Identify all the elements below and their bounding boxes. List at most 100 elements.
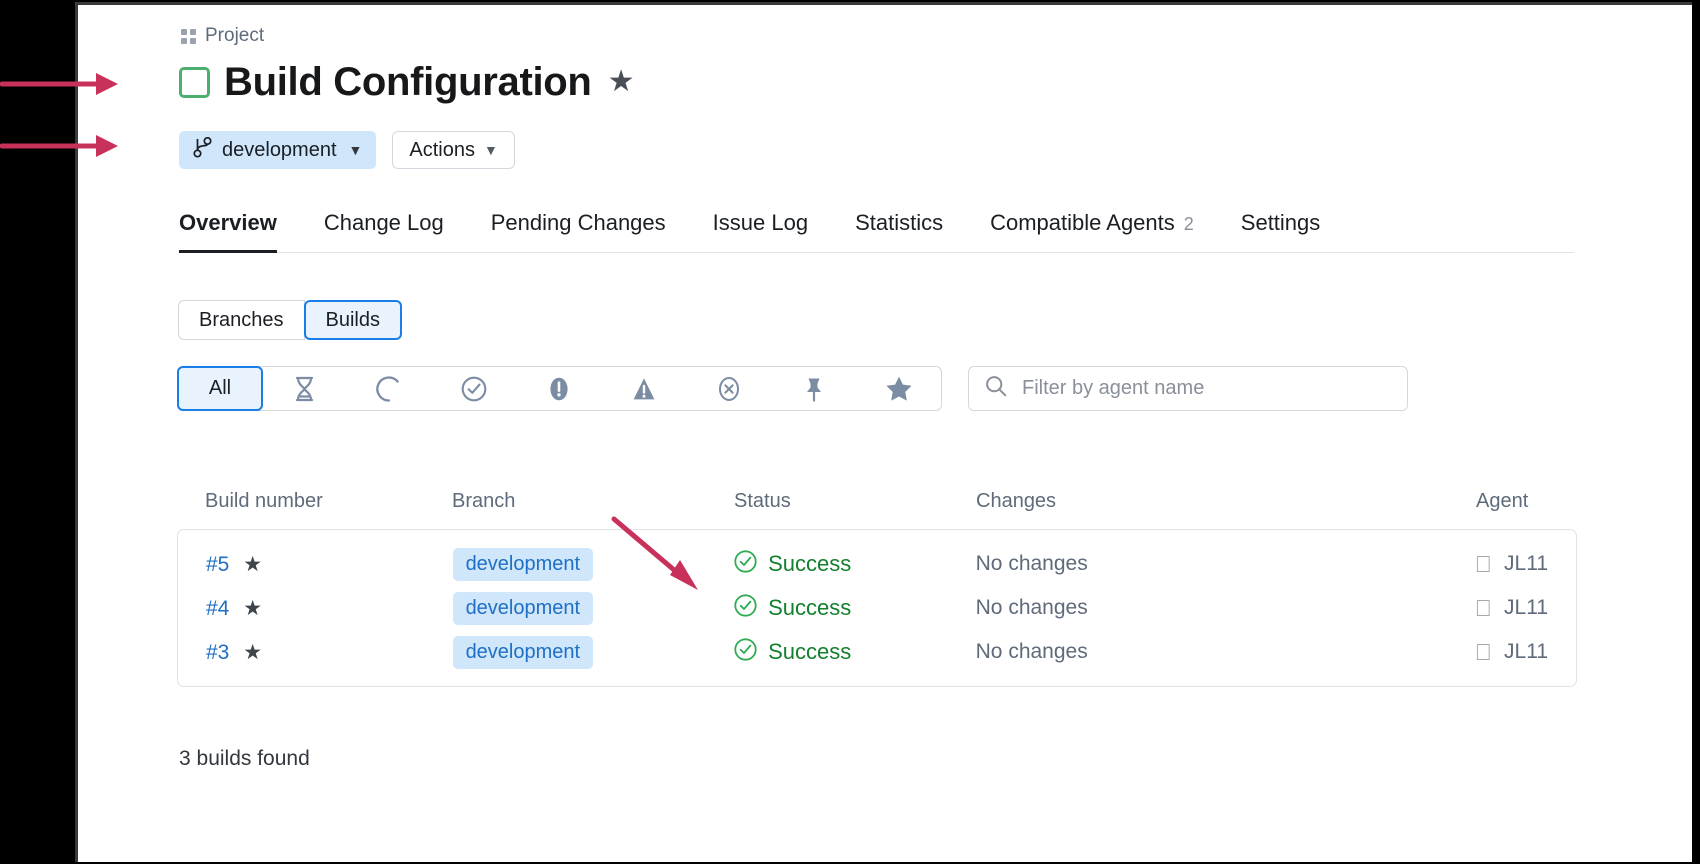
changes-cell: No changes <box>975 552 1088 575</box>
filter-warning[interactable] <box>602 367 687 410</box>
tab-label: Pending Changes <box>490 210 666 235</box>
x-circle-icon <box>716 376 742 402</box>
build-number-cell: #5 ★ <box>206 552 453 577</box>
agent-name: JL11 <box>1489 596 1548 619</box>
table-row[interactable]: #5 ★ development Success No changes JL11 <box>178 542 1576 586</box>
page-title: Build Configuration <box>224 60 592 104</box>
branch-selector[interactable]: development ▼ <box>179 131 377 169</box>
tab-label: Statistics <box>855 210 944 235</box>
star-icon[interactable]: ★ <box>243 597 262 620</box>
star-icon[interactable]: ★ <box>243 641 262 664</box>
column-header-changes: Changes <box>976 490 1057 512</box>
branch-tag[interactable]: development <box>452 635 594 669</box>
agent-name: JL11 <box>1489 640 1548 663</box>
actions-label: Actions <box>409 138 475 161</box>
column-header-status: Status <box>734 490 791 512</box>
hourglass-icon <box>293 376 316 402</box>
branch-tag[interactable]: development <box>452 591 594 625</box>
breadcrumb-label: Project <box>205 25 265 46</box>
agent-cell:  JL11 <box>1475 596 1548 620</box>
status-cell: Success <box>734 637 976 667</box>
table-header-row: Build number Branch Status Changes Agent <box>177 490 1577 529</box>
tab-statistics[interactable]: Statistics <box>855 210 943 252</box>
filter-queued[interactable] <box>262 367 347 410</box>
status-filter-bar: All <box>177 366 942 411</box>
branch-cell: development <box>452 547 735 581</box>
favorite-star-icon[interactable]: ★ <box>608 67 635 97</box>
build-number-link[interactable]: #5 <box>206 553 229 576</box>
agent-name: JL11 <box>1489 552 1548 575</box>
filter-all[interactable]: All <box>177 366 263 411</box>
tab-count-badge: 2 <box>1183 214 1194 234</box>
build-number-cell: #3 ★ <box>206 640 453 665</box>
branch-icon <box>193 136 212 164</box>
chevron-down-icon: ▼ <box>348 142 363 158</box>
branch-label: development <box>222 138 337 161</box>
toggle-label: Branches <box>199 308 284 331</box>
running-spinner-icon <box>376 375 402 402</box>
toggle-label: Builds <box>325 308 380 331</box>
view-mode-toggle: Branches Builds <box>178 300 402 340</box>
status-label: Success <box>768 595 852 620</box>
star-icon[interactable]: ★ <box>243 553 262 576</box>
tab-compatible-agents[interactable]: Compatible Agents 2 <box>990 210 1194 252</box>
screenshot-root: Project Build Configuration ★ developmen… <box>0 0 1700 864</box>
branch-tag[interactable]: development <box>452 547 594 581</box>
pin-icon <box>803 376 825 402</box>
page-title-row: Build Configuration ★ <box>179 62 634 102</box>
tab-settings[interactable]: Settings <box>1241 210 1321 252</box>
star-icon <box>885 375 913 402</box>
branch-cell: development <box>452 591 735 625</box>
changes-cell: No changes <box>975 596 1088 619</box>
check-circle-icon <box>461 376 487 402</box>
tab-overview[interactable]: Overview <box>179 210 277 253</box>
toggle-builds[interactable]: Builds <box>303 300 402 340</box>
tab-change-log[interactable]: Change Log <box>324 210 444 252</box>
status-label: Success <box>768 551 852 576</box>
status-label: Success <box>768 639 852 664</box>
actions-button[interactable]: Actions ▼ <box>392 131 515 169</box>
filter-failure[interactable] <box>517 367 602 410</box>
status-cell: Success <box>734 593 976 623</box>
tab-label: Change Log <box>323 210 444 235</box>
column-header-agent: Agent <box>1476 490 1529 512</box>
tab-pending-changes[interactable]: Pending Changes <box>491 210 666 252</box>
builds-table: Build number Branch Status Changes Agent… <box>177 490 1577 687</box>
filter-success[interactable] <box>432 367 517 410</box>
breadcrumb[interactable]: Project <box>181 25 264 47</box>
apple-icon:  <box>1475 596 1492 620</box>
search-icon <box>985 375 1007 402</box>
filter-running[interactable] <box>347 367 432 410</box>
build-number-cell: #4 ★ <box>206 596 453 621</box>
changes-cell: No changes <box>975 640 1088 663</box>
status-cell: Success <box>734 549 976 579</box>
check-circle-icon <box>734 637 757 667</box>
table-row[interactable]: #3 ★ development Success No changes JL11 <box>178 630 1576 674</box>
search-input[interactable] <box>1020 376 1391 401</box>
table-row[interactable]: #4 ★ development Success No changes JL11 <box>178 586 1576 630</box>
filter-favorites[interactable] <box>856 367 941 410</box>
tab-issue-log[interactable]: Issue Log <box>713 210 808 252</box>
check-circle-icon <box>734 549 757 579</box>
tab-bar: Overview Change Log Pending Changes Issu… <box>179 210 1574 253</box>
build-number-link[interactable]: #4 <box>206 597 229 620</box>
tab-label: Compatible Agents <box>990 210 1175 235</box>
agent-filter-search[interactable] <box>968 366 1408 411</box>
grid-icon <box>181 28 196 44</box>
agent-cell:  JL11 <box>1475 552 1548 576</box>
column-header-branch: Branch <box>452 490 516 512</box>
builds-found-count: 3 builds found <box>179 747 310 770</box>
table-body: #5 ★ development Success No changes JL11… <box>177 529 1577 687</box>
chevron-down-icon: ▼ <box>483 142 498 158</box>
branch-cell: development <box>452 635 735 669</box>
build-number-link[interactable]: #3 <box>206 641 229 664</box>
check-circle-icon <box>734 593 757 623</box>
toggle-branches[interactable]: Branches <box>178 300 305 340</box>
filter-cancelled[interactable] <box>686 367 771 410</box>
app-window: Project Build Configuration ★ developmen… <box>75 2 1692 862</box>
filter-pinned[interactable] <box>771 367 856 410</box>
agent-cell:  JL11 <box>1475 640 1548 664</box>
filter-all-label: All <box>208 377 232 399</box>
apple-icon:  <box>1475 552 1492 576</box>
column-header-build-number: Build number <box>205 490 323 512</box>
